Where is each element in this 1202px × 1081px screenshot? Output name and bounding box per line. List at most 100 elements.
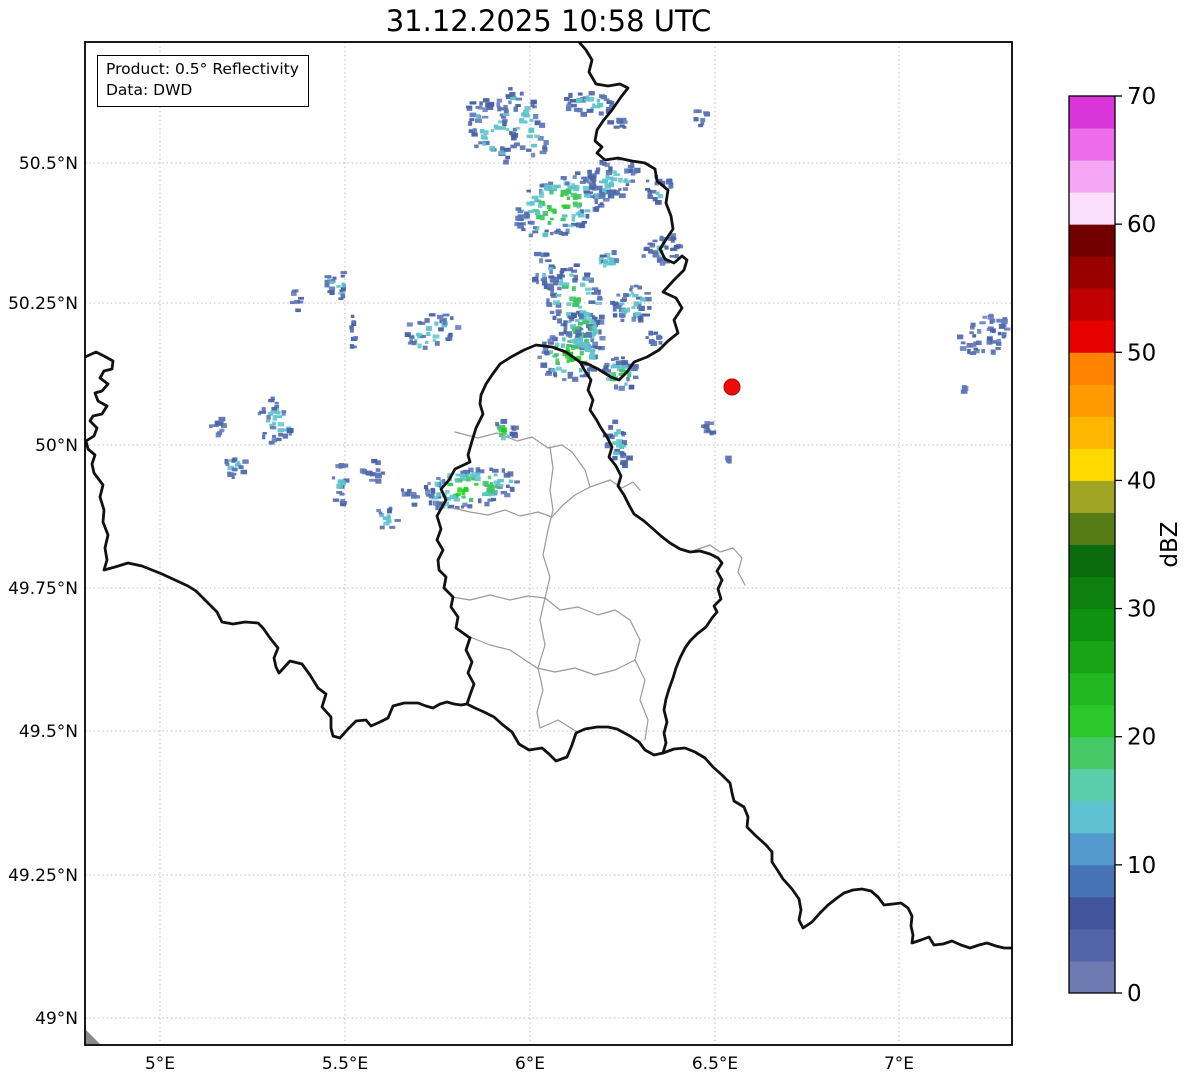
radar-echo-cell xyxy=(468,121,473,126)
radar-echo-cell xyxy=(637,316,643,321)
radar-echo-cell xyxy=(620,314,625,318)
radar-echo-cell xyxy=(668,184,673,189)
y-tick-label: 49°N xyxy=(35,1009,78,1029)
radar-echo-cell xyxy=(272,434,276,439)
colorbar-band xyxy=(1069,384,1115,417)
colorbar-tick-label: 50 xyxy=(1127,340,1156,366)
radar-echo-cell xyxy=(989,318,996,323)
radar-echo-cell xyxy=(579,313,584,320)
radar-echo-cell xyxy=(556,366,562,371)
radar-echo-cell xyxy=(564,97,570,101)
radar-echo-cell xyxy=(996,318,1002,323)
radar-echo-cell xyxy=(618,193,626,199)
radar-echo-cell xyxy=(231,467,238,472)
radar-echo-cell xyxy=(548,185,553,189)
radar-echo-cell xyxy=(559,270,565,274)
x-tick-label: 5°E xyxy=(145,1054,175,1074)
radar-echo-cell xyxy=(411,340,417,346)
radar-echo-cell xyxy=(571,214,576,218)
radar-echo-cell xyxy=(526,134,533,139)
radar-echo-cell xyxy=(558,331,564,336)
radar-echo-cell xyxy=(538,122,546,128)
radar-echo-cell xyxy=(587,169,592,175)
radar-echo-cell xyxy=(598,194,606,199)
radar-echo-cell xyxy=(619,302,625,306)
radar-echo-cell xyxy=(448,332,453,337)
radar-echo-cell xyxy=(552,210,557,214)
radar-echo-cell xyxy=(655,191,660,195)
radar-echo-cell xyxy=(371,458,378,464)
radar-echo-cell xyxy=(622,187,628,191)
colorbar-band xyxy=(1069,352,1115,385)
radar-echo-cell xyxy=(532,230,539,234)
radar-echo-cell xyxy=(442,320,447,326)
colorbar-band xyxy=(1069,480,1115,513)
radar-echo-cell xyxy=(612,456,618,461)
radar-echo-cell xyxy=(969,331,974,335)
radar-echo-cell xyxy=(442,313,450,317)
radar-echo-cell xyxy=(545,259,552,262)
radar-echo-cell xyxy=(535,273,539,277)
radar-echo-cell xyxy=(613,190,620,195)
radar-echo-cell xyxy=(973,347,978,351)
radar-echo-cell xyxy=(359,468,366,474)
radar-echo-cell xyxy=(560,176,567,180)
radar-echo-cell xyxy=(580,111,587,117)
radar-echo-cell xyxy=(542,276,548,282)
radar-echo-cell xyxy=(960,341,966,345)
radar-echo-cell xyxy=(424,318,430,323)
radar-echo-cell xyxy=(572,187,580,192)
radar-echo-cell xyxy=(645,336,649,339)
radar-echo-cell xyxy=(460,505,465,509)
radar-echo-cell xyxy=(509,92,516,97)
radar-echo-cell xyxy=(550,231,554,236)
radar-echo-cell xyxy=(479,101,483,106)
radar-echo-cell xyxy=(271,406,277,411)
radar-echo-cell xyxy=(548,266,554,271)
colorbar-axis-label: dBZ xyxy=(1157,521,1183,567)
admin-border-line xyxy=(469,636,538,669)
radar-echo-cell xyxy=(607,120,615,125)
radar-echo-cell xyxy=(437,314,444,320)
radar-echo-cell xyxy=(501,427,507,432)
colorbar-band xyxy=(1069,160,1115,193)
radar-echo-cell xyxy=(637,285,642,290)
radar-echo-cell xyxy=(261,407,266,411)
radar-echo-cell xyxy=(634,311,641,316)
radar-echo-cell xyxy=(475,106,479,109)
radar-echo-cell xyxy=(700,118,706,123)
radar-echo-cell xyxy=(608,425,614,430)
colorbar-band xyxy=(1069,768,1115,802)
admin-border-line xyxy=(629,619,649,741)
radar-echo-cell xyxy=(469,118,475,122)
radar-echo-cell xyxy=(622,463,628,469)
radar-echo-cell xyxy=(603,98,610,101)
radar-echo-cell xyxy=(624,178,628,182)
radar-echo-cell xyxy=(530,103,535,108)
radar-echo-cell xyxy=(515,207,522,211)
radar-echo-cell xyxy=(526,189,531,193)
radar-echo-cell xyxy=(1001,332,1007,337)
radar-echo-cell xyxy=(589,175,596,181)
radar-echo-cell xyxy=(597,203,605,208)
radar-echo-cell xyxy=(549,190,554,195)
colorbar-band xyxy=(1069,896,1115,930)
radar-echo-cell xyxy=(576,97,583,104)
radar-echo-cell xyxy=(588,96,595,102)
radar-echo-cell xyxy=(593,193,600,199)
radar-echo-cell xyxy=(584,209,591,213)
radar-echo-cell xyxy=(562,378,567,382)
radar-echo-cell xyxy=(506,484,510,488)
radar-echo-cell xyxy=(515,126,521,130)
colorbar-band xyxy=(1069,448,1115,481)
radar-echo-cell xyxy=(501,468,505,473)
admin-border-line xyxy=(536,597,546,729)
radar-echo-cell xyxy=(596,319,601,325)
radar-echo-cell xyxy=(329,290,335,295)
radar-echo-cell xyxy=(982,315,988,319)
radar-echo-cell xyxy=(340,503,346,507)
radar-echo-cell xyxy=(605,170,612,176)
radar-echo-cell xyxy=(425,340,429,344)
radar-echo-cell xyxy=(651,250,658,255)
radar-echo-cell xyxy=(324,279,331,283)
